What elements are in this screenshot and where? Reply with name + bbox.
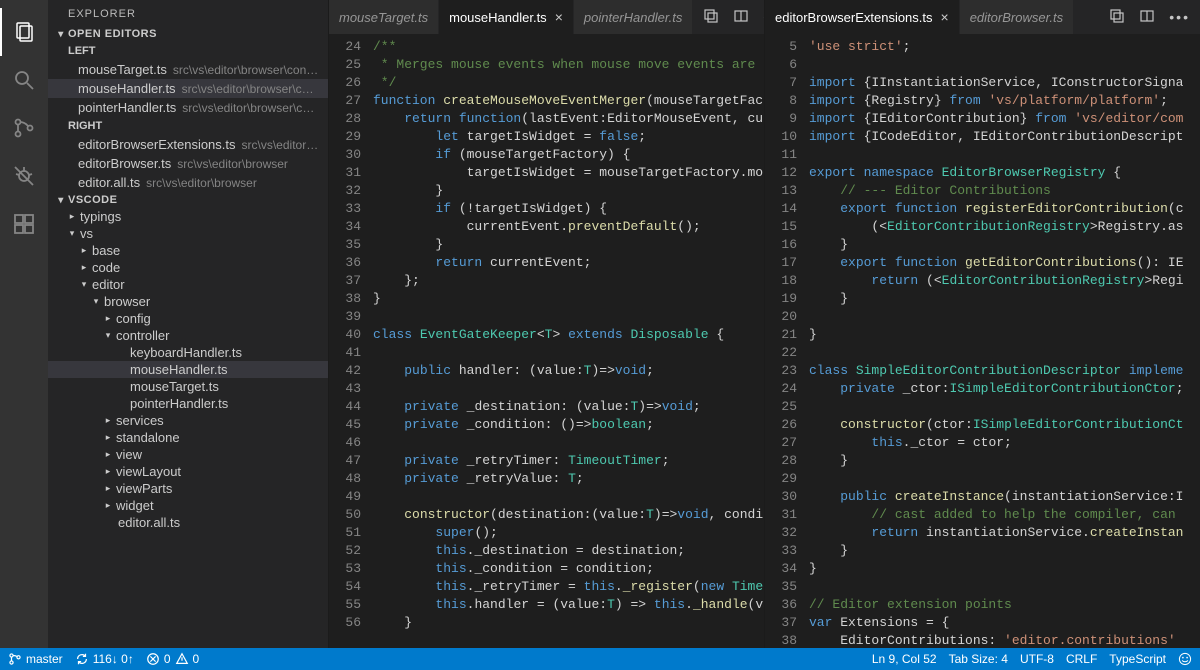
line-gutter: 2425262728293031323334353637383940414243… bbox=[329, 34, 373, 648]
tree-folder[interactable]: ▾vs bbox=[48, 225, 328, 242]
chevron-down-icon: ▾ bbox=[54, 29, 68, 40]
chevron-icon: ▾ bbox=[66, 228, 78, 239]
tab-bar-right: editorBrowserExtensions.ts×editorBrowser… bbox=[765, 0, 1200, 34]
tree-folder[interactable]: ▸config bbox=[48, 310, 328, 327]
status-bar: master 116↓ 0↑ 0 0 Ln 9, Col 52 Tab Size… bbox=[0, 648, 1200, 670]
close-icon[interactable]: × bbox=[941, 9, 949, 25]
tree-folder[interactable]: ▸services bbox=[48, 412, 328, 429]
chevron-icon: ▸ bbox=[102, 313, 114, 324]
close-icon[interactable]: × bbox=[555, 9, 563, 25]
open-editors-right-label: RIGHT bbox=[48, 117, 328, 135]
editor-tab[interactable]: mouseHandler.ts× bbox=[439, 0, 574, 34]
chevron-icon: ▸ bbox=[102, 466, 114, 477]
tree-file[interactable]: pointerHandler.ts bbox=[48, 395, 328, 412]
chevron-down-icon: ▾ bbox=[54, 195, 68, 206]
code-content[interactable]: /** * Merges mouse events when mouse mov… bbox=[373, 34, 764, 648]
tree-file[interactable]: mouseTarget.ts bbox=[48, 378, 328, 395]
tree-file[interactable]: keyboardHandler.ts bbox=[48, 344, 328, 361]
more-icon[interactable]: ••• bbox=[1169, 9, 1190, 25]
sidebar-title: EXPLORER bbox=[48, 0, 328, 26]
extensions-icon[interactable] bbox=[0, 200, 48, 248]
split-editor-icon[interactable] bbox=[733, 8, 749, 27]
debug-icon[interactable] bbox=[0, 152, 48, 200]
folder-header[interactable]: ▾ VSCODE bbox=[48, 192, 328, 208]
git-branch-label: master bbox=[26, 652, 63, 666]
editor-group-right: editorBrowserExtensions.ts×editorBrowser… bbox=[764, 0, 1200, 648]
chevron-icon: ▸ bbox=[78, 245, 90, 256]
warnings-count: 0 bbox=[193, 652, 200, 666]
chevron-icon: ▾ bbox=[78, 279, 90, 290]
tree-folder[interactable]: ▸base bbox=[48, 242, 328, 259]
git-sync-status[interactable]: 116↓ 0↑ bbox=[75, 652, 134, 666]
errors-count: 0 bbox=[164, 652, 171, 666]
problems-status[interactable]: 0 0 bbox=[146, 652, 199, 666]
chevron-icon: ▾ bbox=[102, 330, 114, 341]
editor-tab[interactable]: editorBrowserExtensions.ts× bbox=[765, 0, 960, 34]
folder-label: VSCODE bbox=[68, 194, 117, 206]
sidebar: EXPLORER ▾ OPEN EDITORS LEFT mouseTarget… bbox=[48, 0, 328, 648]
chevron-icon: ▾ bbox=[90, 296, 102, 307]
language-status[interactable]: TypeScript bbox=[1109, 652, 1166, 666]
code-content[interactable]: 'use strict';import {IInstantiationServi… bbox=[809, 34, 1200, 648]
search-icon[interactable] bbox=[0, 56, 48, 104]
tree-folder[interactable]: ▸standalone bbox=[48, 429, 328, 446]
open-editor-item[interactable]: mouseTarget.tssrc\vs\editor\browser\cont… bbox=[48, 60, 328, 79]
tree-folder[interactable]: ▾editor bbox=[48, 276, 328, 293]
tree-folder[interactable]: ▸widget bbox=[48, 497, 328, 514]
chevron-icon: ▸ bbox=[102, 449, 114, 460]
git-sync-label: 116↓ 0↑ bbox=[93, 652, 134, 666]
indentation-status[interactable]: Tab Size: 4 bbox=[949, 652, 1008, 666]
tab-actions: ••• bbox=[1099, 0, 1200, 34]
feedback-icon[interactable] bbox=[1178, 652, 1192, 666]
chevron-icon: ▸ bbox=[102, 432, 114, 443]
open-editor-item[interactable]: editorBrowserExtensions.tssrc\vs\editor\… bbox=[48, 135, 328, 154]
code-editor-left[interactable]: 2425262728293031323334353637383940414243… bbox=[329, 34, 764, 648]
chevron-icon: ▸ bbox=[78, 262, 90, 273]
explorer-icon[interactable] bbox=[0, 8, 48, 56]
main-area: EXPLORER ▾ OPEN EDITORS LEFT mouseTarget… bbox=[0, 0, 1200, 648]
line-gutter: 5678910111213141516171819202122232425262… bbox=[765, 34, 809, 648]
open-editor-item[interactable]: mouseHandler.tssrc\vs\editor\browser\con… bbox=[48, 79, 328, 98]
editor-area: mouseTarget.tsmouseHandler.ts×pointerHan… bbox=[328, 0, 1200, 648]
tree-folder[interactable]: ▾browser bbox=[48, 293, 328, 310]
tree-folder[interactable]: ▸typings bbox=[48, 208, 328, 225]
git-branch-status[interactable]: master bbox=[8, 652, 63, 666]
open-editor-item[interactable]: editor.all.tssrc\vs\editor\browser bbox=[48, 173, 328, 192]
chevron-icon: ▸ bbox=[102, 415, 114, 426]
editor-tab[interactable]: pointerHandler.ts bbox=[574, 0, 694, 34]
tree-file[interactable]: editor.all.ts bbox=[48, 514, 328, 531]
eol-status[interactable]: CRLF bbox=[1066, 652, 1097, 666]
activity-bar bbox=[0, 0, 48, 648]
open-editors-label: OPEN EDITORS bbox=[68, 28, 157, 40]
open-editors-left-label: LEFT bbox=[48, 42, 328, 60]
tree-folder[interactable]: ▸view bbox=[48, 446, 328, 463]
tab-bar-left: mouseTarget.tsmouseHandler.ts×pointerHan… bbox=[329, 0, 764, 34]
split-editor-icon[interactable] bbox=[1139, 8, 1155, 27]
open-editor-item[interactable]: pointerHandler.tssrc\vs\editor\browser\c… bbox=[48, 98, 328, 117]
chevron-icon: ▸ bbox=[102, 483, 114, 494]
source-control-icon[interactable] bbox=[0, 104, 48, 152]
encoding-status[interactable]: UTF-8 bbox=[1020, 652, 1054, 666]
editor-group-left: mouseTarget.tsmouseHandler.ts×pointerHan… bbox=[328, 0, 764, 648]
tree-folder[interactable]: ▸viewParts bbox=[48, 480, 328, 497]
editor-tab[interactable]: editorBrowser.ts bbox=[960, 0, 1074, 34]
show-opened-editors-icon[interactable] bbox=[1109, 8, 1125, 27]
tree-folder[interactable]: ▸code bbox=[48, 259, 328, 276]
code-editor-right[interactable]: 5678910111213141516171819202122232425262… bbox=[765, 34, 1200, 648]
tree-folder[interactable]: ▾controller bbox=[48, 327, 328, 344]
editor-tab[interactable]: mouseTarget.ts bbox=[329, 0, 439, 34]
open-editors-header[interactable]: ▾ OPEN EDITORS bbox=[48, 26, 328, 42]
chevron-icon: ▸ bbox=[66, 211, 78, 222]
show-opened-editors-icon[interactable] bbox=[703, 8, 719, 27]
open-editor-item[interactable]: editorBrowser.tssrc\vs\editor\browser bbox=[48, 154, 328, 173]
chevron-icon: ▸ bbox=[102, 500, 114, 511]
tree-folder[interactable]: ▸viewLayout bbox=[48, 463, 328, 480]
tree-file[interactable]: mouseHandler.ts bbox=[48, 361, 328, 378]
cursor-position-status[interactable]: Ln 9, Col 52 bbox=[872, 652, 937, 666]
